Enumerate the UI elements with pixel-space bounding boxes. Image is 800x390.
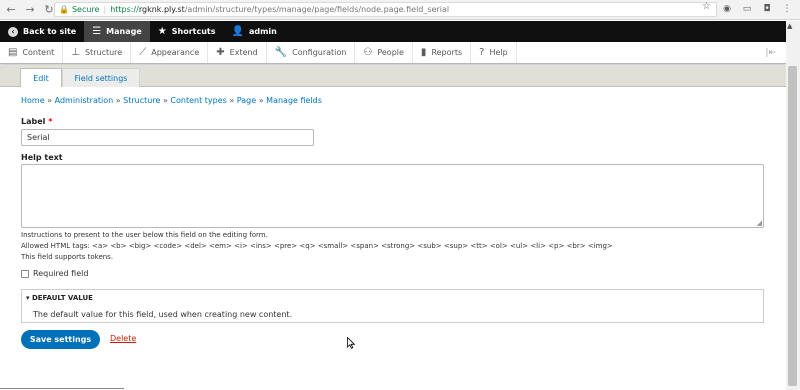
breadcrumb-structure[interactable]: Structure bbox=[123, 96, 160, 105]
tray-item-configuration[interactable]: 🔧 Configuration bbox=[267, 42, 356, 63]
shortcuts-tab[interactable]: ★ Shortcuts bbox=[150, 21, 224, 42]
required-field-row[interactable]: Required field bbox=[21, 269, 88, 278]
save-settings-button[interactable]: Save settings bbox=[21, 330, 100, 349]
hamburger-icon: ☰ bbox=[92, 26, 102, 37]
default-value-details: ▾ DEFAULT VALUE The default value for th… bbox=[21, 289, 764, 323]
tray-item-content[interactable]: ▤ Content bbox=[0, 42, 64, 63]
breadcrumb-separator: » bbox=[258, 96, 264, 105]
breadcrumb-separator: » bbox=[162, 96, 168, 105]
back-to-site-link[interactable]: ‹ Back to site bbox=[0, 21, 84, 42]
allowed-html-tags: Allowed HTML tags: <a> <b> <big> <code> … bbox=[21, 242, 613, 250]
breadcrumb-separator: » bbox=[229, 96, 235, 105]
secure-label: Secure bbox=[71, 5, 100, 14]
bookmark-star-icon[interactable]: ☆ bbox=[702, 1, 711, 12]
lock-icon: 🔒 bbox=[59, 5, 69, 14]
label-field-label: Label * bbox=[21, 117, 52, 126]
url-scheme: https:// bbox=[110, 5, 139, 14]
url-path: /admin/structure/types/manage/page/field… bbox=[184, 5, 450, 14]
admin-tray: ▤ Content ⊥ Structure ⟋ Appearance ✚ Ext… bbox=[0, 42, 786, 64]
default-value-summary[interactable]: ▾ DEFAULT VALUE bbox=[26, 294, 93, 302]
user-tab[interactable]: 👤 admin bbox=[224, 21, 285, 42]
wrench-icon: 🔧 bbox=[274, 47, 288, 58]
breadcrumb-administration[interactable]: Administration bbox=[55, 96, 114, 105]
breadcrumb-home[interactable]: Home bbox=[21, 96, 45, 105]
tray-item-label: Structure bbox=[85, 48, 123, 57]
required-field-label: Required field bbox=[33, 269, 89, 278]
page-root: ← → ↻ 🔒 Secure | https://rgknk.ply.st/ad… bbox=[0, 0, 800, 390]
tray-item-label: Content bbox=[22, 48, 55, 57]
help-text-label: Help text bbox=[21, 153, 63, 162]
cast-icon[interactable]: ▭ bbox=[740, 2, 754, 16]
tray-item-extend[interactable]: ✚ Extend bbox=[208, 42, 267, 63]
browser-bar: ← → ↻ 🔒 Secure | https://rgknk.ply.st/ad… bbox=[0, 0, 800, 20]
tray-item-label: Appearance bbox=[151, 48, 200, 57]
breadcrumb: Home » Administration » Structure » Cont… bbox=[21, 96, 322, 105]
tray-item-label: Extend bbox=[229, 48, 258, 57]
label-input[interactable]: Serial bbox=[21, 129, 314, 146]
back-arrow-icon[interactable]: ← bbox=[3, 2, 19, 18]
breadcrumb-manage-fields[interactable]: Manage fields bbox=[266, 96, 322, 105]
paintbrush-icon: ⟋ bbox=[139, 47, 147, 58]
back-to-site-label: Back to site bbox=[23, 27, 77, 36]
people-icon: ⚇ bbox=[363, 47, 373, 58]
tray-item-reports[interactable]: ▮ Reports bbox=[413, 42, 472, 63]
address-divider: | bbox=[103, 5, 107, 14]
tray-item-label: Reports bbox=[431, 48, 463, 57]
extension-icon[interactable]: ◉ bbox=[720, 2, 734, 16]
tray-item-help[interactable]: ? Help bbox=[471, 42, 517, 63]
forward-arrow-icon[interactable]: → bbox=[22, 2, 38, 18]
admin-toolbar: ‹ Back to site ☰ Manage ★ Shortcuts 👤 ad… bbox=[0, 21, 786, 42]
tokens-note: This field supports tokens. bbox=[21, 253, 114, 261]
tray-item-label: Help bbox=[489, 48, 508, 57]
delete-link[interactable]: Delete bbox=[110, 334, 136, 343]
scroll-up-icon[interactable]: ▲ bbox=[787, 22, 792, 30]
tray-item-appearance[interactable]: ⟋ Appearance bbox=[131, 42, 209, 63]
tray-item-people[interactable]: ⚇ People bbox=[355, 42, 413, 63]
address-bar[interactable]: 🔒 Secure | https://rgknk.ply.st/admin/st… bbox=[54, 2, 717, 17]
tray-orientation-icon[interactable]: |⇤ bbox=[765, 48, 776, 58]
manage-label: Manage bbox=[106, 27, 142, 36]
menu-dots-icon[interactable]: ⋮ bbox=[780, 2, 794, 16]
tray-item-label: People bbox=[377, 48, 404, 57]
help-icon: ? bbox=[479, 47, 485, 58]
document-icon: ▤ bbox=[8, 47, 18, 58]
required-marker: * bbox=[48, 117, 53, 126]
resize-grip-icon[interactable]: ◢ bbox=[757, 219, 762, 227]
breadcrumb-page[interactable]: Page bbox=[237, 96, 256, 105]
default-value-description: The default value for this field, used w… bbox=[33, 310, 293, 319]
tray-item-label: Configuration bbox=[292, 48, 347, 57]
breadcrumb-separator: » bbox=[47, 96, 53, 105]
star-icon: ★ bbox=[157, 26, 167, 37]
user-icon: 👤 bbox=[231, 26, 244, 37]
required-field-checkbox[interactable] bbox=[21, 269, 29, 278]
breadcrumb-separator: » bbox=[115, 96, 121, 105]
url-host: rgknk.ply.st bbox=[138, 5, 185, 14]
user-label: admin bbox=[248, 27, 277, 36]
bar-chart-icon: ▮ bbox=[420, 47, 427, 58]
scrollbar-thumb[interactable] bbox=[788, 66, 797, 386]
back-circle-icon: ‹ bbox=[8, 26, 18, 37]
tab-field-settings[interactable]: Field settings bbox=[62, 68, 140, 87]
help-description: Instructions to present to the user belo… bbox=[21, 231, 268, 239]
extension-icons: ◉ ▭ ◘ ⋮ bbox=[720, 2, 794, 16]
manage-tab[interactable]: ☰ Manage bbox=[84, 21, 150, 42]
camera-icon[interactable]: ◘ bbox=[760, 2, 774, 16]
tab-edit[interactable]: Edit bbox=[20, 68, 62, 87]
bottom-divider bbox=[0, 388, 124, 389]
label-label-text: Label bbox=[21, 117, 46, 126]
breadcrumb-content-types[interactable]: Content types bbox=[170, 96, 226, 105]
mouse-cursor-icon bbox=[347, 337, 355, 349]
puzzle-icon: ✚ bbox=[216, 47, 225, 58]
help-text-textarea[interactable]: ◢ bbox=[21, 164, 764, 228]
sitemap-icon: ⊥ bbox=[71, 47, 80, 58]
primary-tabs: Edit Field settings bbox=[0, 65, 786, 87]
shortcuts-label: Shortcuts bbox=[171, 27, 216, 36]
tray-item-structure[interactable]: ⊥ Structure bbox=[63, 42, 132, 63]
